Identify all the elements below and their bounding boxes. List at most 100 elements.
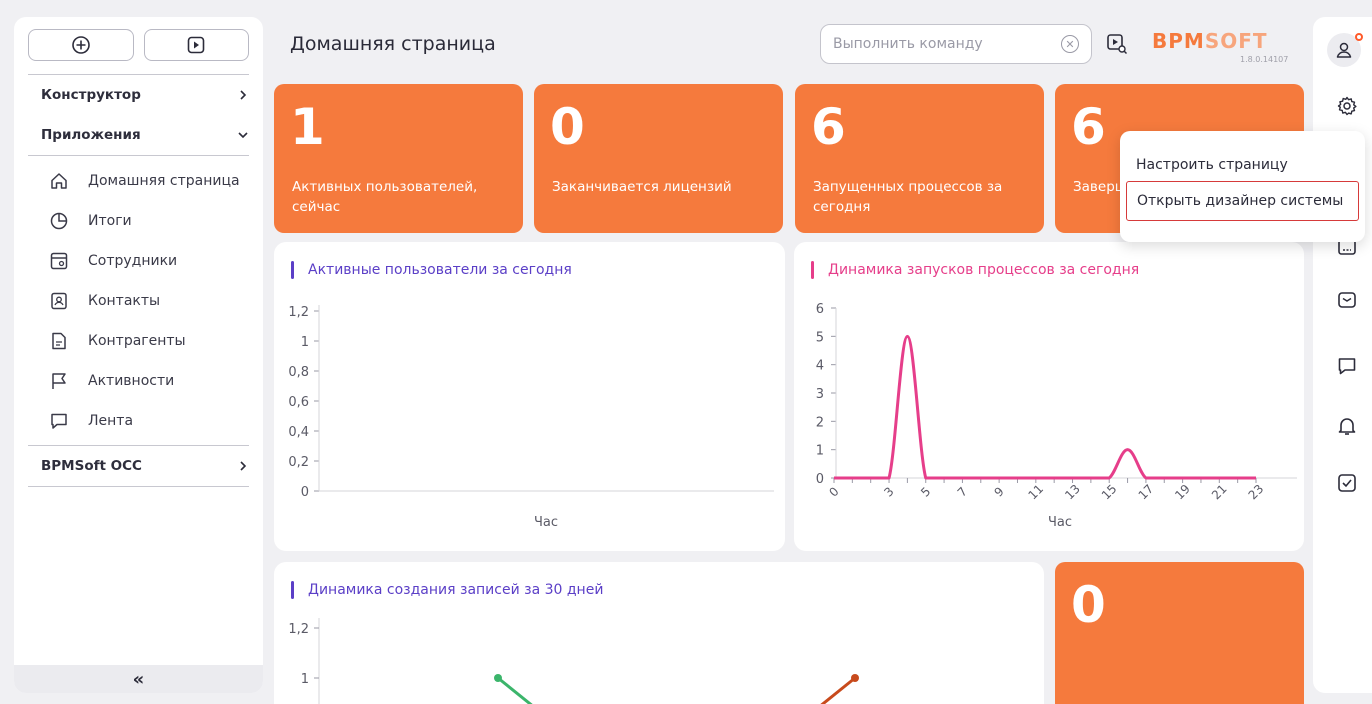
user-icon (1336, 42, 1352, 58)
sidebar-item-contacts[interactable]: Контакты (14, 281, 263, 321)
y-tick-label: 5 (816, 330, 824, 345)
play-icon (187, 36, 205, 54)
chevron-right-icon (240, 461, 247, 471)
x-axis-label: Час (1048, 515, 1072, 530)
kpi-label: Активных пользователей, сейчас (292, 179, 478, 215)
section-label: BPMSoft OCC (41, 458, 142, 474)
menu-item-open-system-designer[interactable]: Открыть дизайнер системы (1126, 181, 1359, 221)
run-process-button[interactable] (143, 29, 249, 61)
x-tick-label: 13 (1062, 482, 1083, 503)
sidebar-item-label: Сотрудники (88, 253, 178, 269)
sidebar-item-label: Активности (88, 373, 175, 389)
x-tick-label: 7 (955, 484, 970, 499)
home-icon (48, 170, 70, 192)
add-button[interactable] (28, 29, 134, 61)
section-label: Конструктор (41, 87, 141, 103)
y-tick-label: 6 (816, 302, 824, 317)
chart-process-runs: 01234560 3 5 7 9 11 13 15 17 19 21 23Час (816, 302, 1297, 530)
series-line-green (497, 676, 533, 704)
y-tick-label: 0 (301, 485, 309, 500)
collapse-icon: « (132, 668, 145, 690)
y-tick-label: 0,8 (288, 365, 309, 380)
notification-dot (1355, 33, 1363, 41)
chart-card-records: Динамика создания записей за 30 дней 1 1,… (274, 562, 1044, 704)
collapse-sidebar-button[interactable]: « (14, 665, 263, 693)
kpi-active-users[interactable]: 1 Активных пользователей, сейчас (274, 84, 523, 233)
x-tick-label: 17 (1136, 482, 1157, 503)
x-tick-label: 19 (1172, 482, 1193, 503)
profile-avatar[interactable] (1327, 33, 1363, 67)
kpi-label: Запущенных процессов за сегодня (813, 179, 1003, 215)
y-tick-label: 4 (816, 359, 824, 374)
run-command-icon[interactable] (1106, 33, 1128, 59)
employee-icon (48, 250, 70, 272)
sidebar-section-bpmsoft-occ[interactable]: BPMSoft OCC (14, 446, 263, 486)
document-icon (48, 330, 70, 352)
y-tick-label: 0 (816, 472, 824, 487)
y-tick-label: 1 (301, 672, 309, 687)
chart-records: 11,2 (288, 618, 859, 704)
logo-accent: SOFT (1204, 29, 1268, 53)
series-point-rust (851, 674, 859, 682)
x-tick-label: 11 (1025, 482, 1046, 503)
header: Домашняя страница Выполнить команду ✕ BP… (274, 17, 1304, 73)
kpi-expiring-licenses[interactable]: 0 Заканчивается лицензий (534, 84, 783, 233)
kpi-value: 0 (550, 98, 585, 156)
series-point-green (494, 674, 502, 682)
x-tick-label: 3 (881, 484, 896, 499)
sidebar-item-label: Домашняя страница (88, 173, 240, 189)
kpi-bottom[interactable]: 0 (1055, 562, 1304, 704)
command-placeholder: Выполнить команду (833, 36, 983, 52)
task-check-icon[interactable] (1335, 471, 1359, 495)
x-tick-label: 5 (918, 484, 933, 499)
x-tick-label: 0 (826, 484, 841, 499)
kpi-value: 0 (1071, 576, 1106, 634)
x-tick-label: 15 (1099, 482, 1120, 503)
kpi-value: 6 (1071, 98, 1106, 156)
version-label: 1.8.0.14107 (1240, 55, 1289, 64)
x-tick-label: 9 (991, 484, 1006, 499)
logo-main: BPM (1152, 29, 1205, 53)
settings-menu: Настроить страницу Открыть дизайнер сист… (1120, 131, 1365, 242)
kpi-label: Заканчивается лицензий (552, 179, 732, 195)
kpi-value: 1 (290, 98, 325, 156)
chart-card-process-runs: Динамика запусков процессов за сегодня 0… (794, 242, 1304, 551)
divider (28, 486, 249, 487)
plus-circle-icon (71, 36, 90, 54)
mail-icon[interactable] (1335, 288, 1359, 312)
clear-icon[interactable]: ✕ (1061, 35, 1079, 53)
bell-icon[interactable] (1335, 414, 1359, 438)
sidebar-section-apps[interactable]: Приложения (14, 115, 263, 155)
command-input[interactable]: Выполнить команду ✕ (820, 24, 1092, 64)
sidebar-item-employees[interactable]: Сотрудники (14, 241, 263, 281)
sidebar-section-constructor[interactable]: Конструктор (14, 75, 263, 115)
kpi-started-processes[interactable]: 6 Запущенных процессов за сегодня (795, 84, 1044, 233)
y-tick-label: 1,2 (288, 622, 309, 637)
pie-chart-icon (48, 210, 70, 232)
sidebar: Конструктор Приложения Домашняя страница… (14, 17, 263, 693)
sidebar-item-home[interactable]: Домашняя страница (14, 161, 263, 201)
chat-icon[interactable] (1335, 354, 1359, 378)
settings-icon[interactable] (1335, 94, 1359, 118)
series-line-rust (820, 676, 856, 704)
y-tick-label: 1,2 (288, 305, 309, 320)
y-tick-label: 3 (816, 387, 824, 402)
chevron-down-icon (238, 132, 248, 139)
sidebar-item-accounts[interactable]: Контрагенты (14, 321, 263, 361)
y-tick-label: 0,2 (288, 455, 309, 470)
sidebar-item-totals[interactable]: Итоги (14, 201, 263, 241)
sidebar-item-label: Контрагенты (88, 333, 186, 349)
sidebar-item-label: Лента (88, 413, 134, 429)
sidebar-item-feed[interactable]: Лента (14, 401, 263, 441)
sidebar-item-label: Итоги (88, 213, 132, 229)
chevron-right-icon (240, 90, 247, 100)
kpi-value: 6 (811, 98, 846, 156)
menu-item-customize-page[interactable]: Настроить страницу (1126, 145, 1359, 185)
right-toolbar (1313, 17, 1372, 693)
x-tick-label: 23 (1246, 482, 1267, 503)
x-tick-label: 21 (1209, 482, 1230, 503)
y-tick-label: 0,6 (288, 395, 309, 410)
y-tick-label: 1 (816, 444, 824, 459)
sidebar-item-activities[interactable]: Активности (14, 361, 263, 401)
brand-logo: BPMSOFT (1152, 29, 1268, 53)
